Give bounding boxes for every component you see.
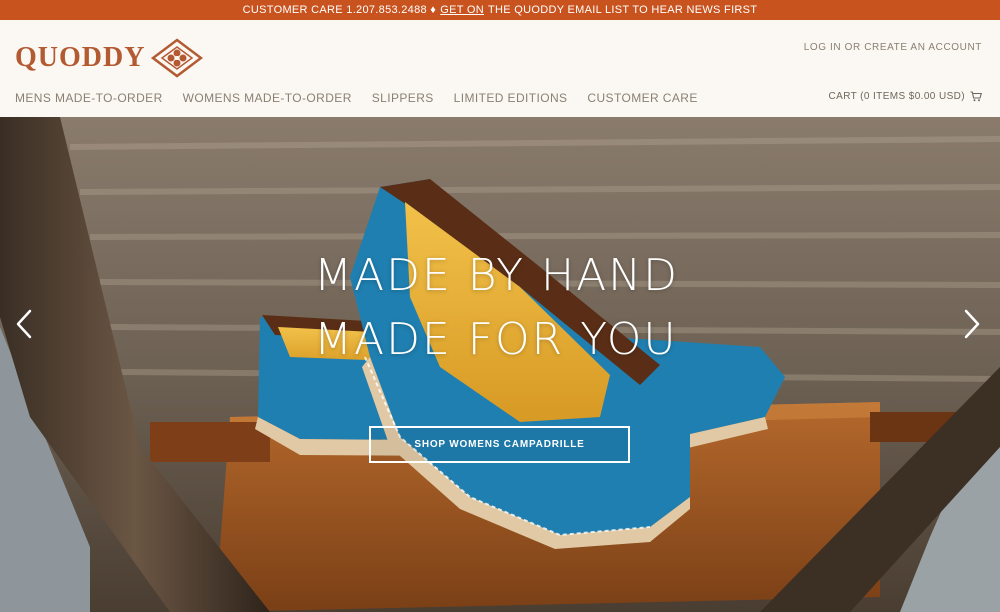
- hero-headline: MADE BY HAND MADE FOR YOU: [314, 244, 679, 372]
- hero-line-2: MADE FOR YOU: [314, 314, 678, 365]
- account-sep: OR: [844, 42, 861, 53]
- cart-label: CART (0 ITEMS $0.00 USD): [828, 91, 965, 102]
- nav-item-mens[interactable]: MENS MADE-TO-ORDER: [15, 91, 163, 105]
- site-header: QUODDY LOG IN OR CREATE AN ACCOUNT MENS …: [0, 20, 1000, 117]
- create-account-link[interactable]: CREATE AN ACCOUNT: [864, 42, 982, 53]
- nav-item-limited-editions[interactable]: LIMITED EDITIONS: [454, 91, 568, 105]
- announcement-bar: CUSTOMER CARE 1.207.853.2488 ♦ GET ON TH…: [0, 0, 1000, 20]
- hero-slideshow: MADE BY HAND MADE FOR YOU SHOP WOMENS CA…: [0, 117, 1000, 612]
- announcement-suffix: THE QUODDY EMAIL LIST TO HEAR NEWS FIRST: [488, 4, 758, 16]
- email-list-link[interactable]: GET ON: [440, 4, 484, 16]
- brand-name: QUODDY: [15, 42, 146, 73]
- hero-line-1: MADE BY HAND: [314, 250, 679, 301]
- nav-item-customer-care[interactable]: CUSTOMER CARE: [587, 91, 697, 105]
- account-links: LOG IN OR CREATE AN ACCOUNT: [804, 42, 982, 53]
- cart-link[interactable]: CART (0 ITEMS $0.00 USD): [828, 91, 982, 102]
- site-logo[interactable]: QUODDY: [15, 38, 204, 78]
- nav-item-slippers[interactable]: SLIPPERS: [372, 91, 434, 105]
- main-nav: MENS MADE-TO-ORDER WOMENS MADE-TO-ORDER …: [15, 91, 698, 105]
- shop-womens-campadrille-button[interactable]: SHOP WOMENS CAMPADRILLE: [369, 426, 630, 463]
- chevron-right-icon[interactable]: [960, 307, 984, 341]
- announcement-prefix: CUSTOMER CARE 1.207.853.2488 ♦: [242, 4, 437, 16]
- nav-item-womens[interactable]: WOMENS MADE-TO-ORDER: [183, 91, 352, 105]
- login-link[interactable]: LOG IN: [804, 42, 842, 53]
- cart-icon: [970, 91, 982, 102]
- quoddy-diamond-logo-icon: [151, 38, 204, 78]
- chevron-left-icon[interactable]: [12, 307, 36, 341]
